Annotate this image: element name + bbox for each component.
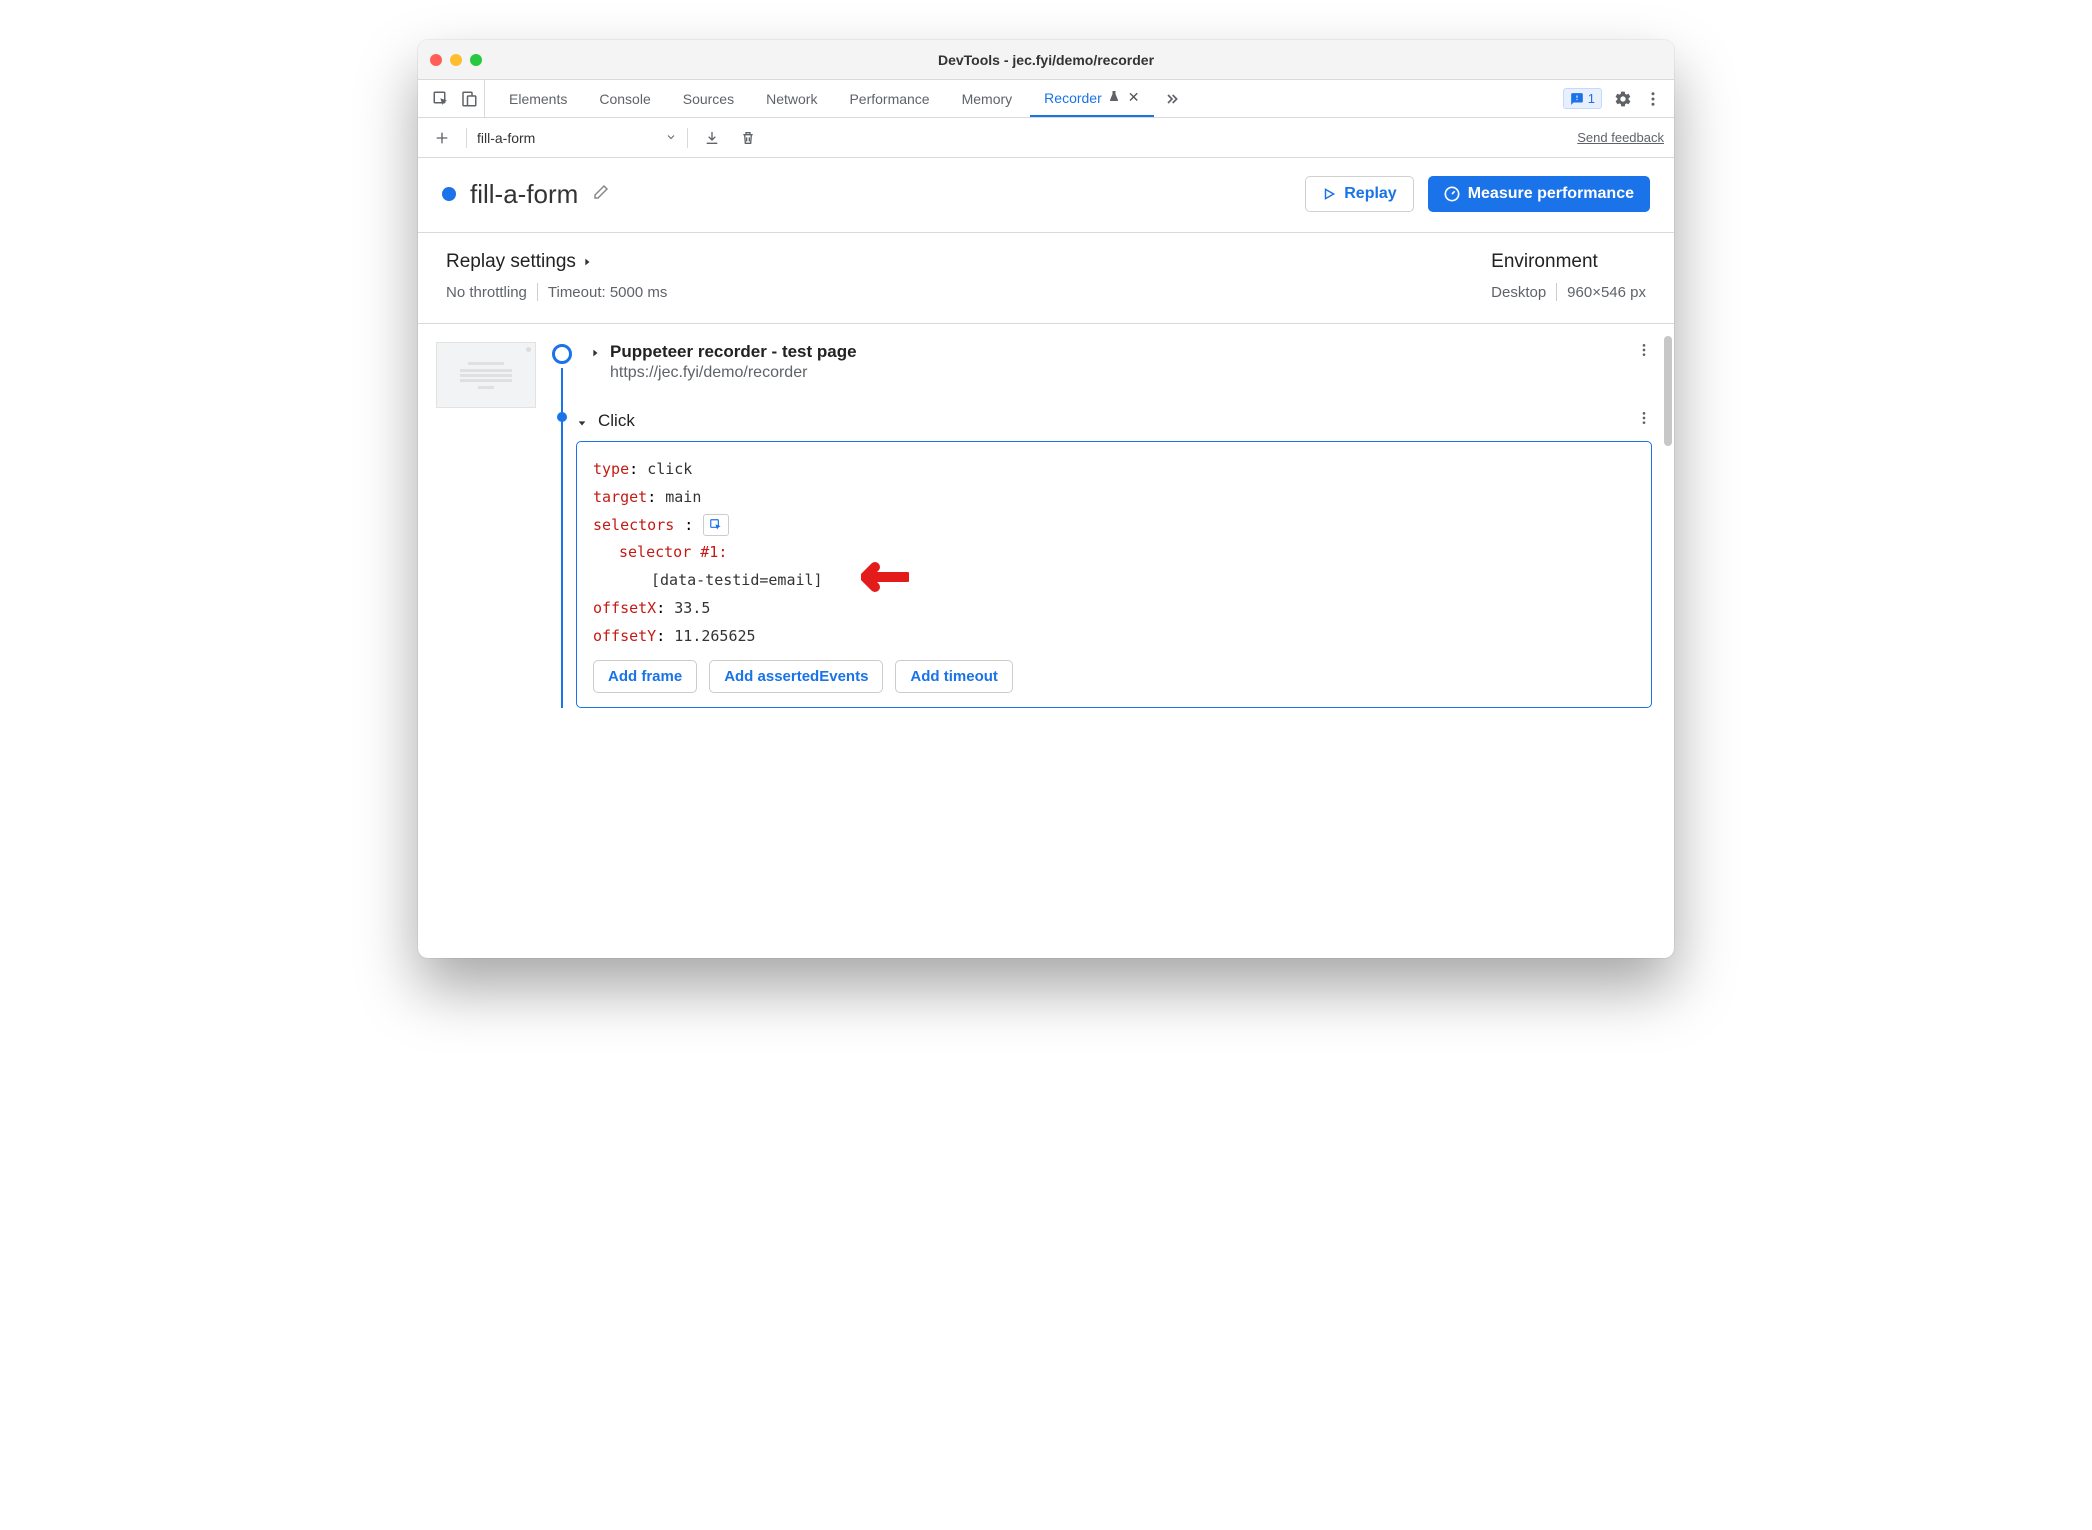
recording-title: fill-a-form [470, 179, 578, 210]
minimize-window-button[interactable] [450, 54, 462, 66]
step-start-marker [552, 344, 572, 364]
flask-icon [1108, 89, 1120, 106]
measure-performance-button[interactable]: Measure performance [1428, 176, 1650, 212]
edit-icon[interactable] [592, 183, 610, 206]
window-title: DevTools - jec.fyi/demo/recorder [418, 52, 1674, 68]
select-element-icon[interactable] [703, 514, 729, 536]
export-icon[interactable] [698, 124, 726, 152]
step-title: Puppeteer recorder - test page [610, 342, 857, 362]
chevron-down-icon [665, 130, 677, 146]
inspect-element-icon[interactable] [432, 90, 450, 108]
titlebar: DevTools - jec.fyi/demo/recorder [418, 40, 1674, 80]
replay-button[interactable]: Replay [1305, 176, 1413, 212]
kebab-menu-icon[interactable] [1644, 90, 1662, 108]
device-value: Desktop [1491, 284, 1546, 301]
tab-performance[interactable]: Performance [835, 80, 943, 117]
recording-status-dot [442, 187, 456, 201]
step-menu-icon[interactable] [1636, 342, 1652, 363]
collapse-step-icon[interactable] [576, 415, 588, 431]
delete-icon[interactable] [734, 124, 762, 152]
send-feedback-link[interactable]: Send feedback [1577, 130, 1664, 145]
devtools-tabstrip: Elements Console Sources Network Perform… [418, 80, 1674, 118]
throttling-value: No throttling [446, 284, 527, 301]
tab-memory[interactable]: Memory [948, 80, 1027, 117]
close-window-button[interactable] [430, 54, 442, 66]
chevron-right-icon [582, 251, 592, 273]
recording-header: fill-a-form Replay Measure performance [418, 158, 1674, 233]
more-tabs-icon[interactable] [1158, 80, 1186, 117]
device-toolbar-icon[interactable] [460, 90, 478, 108]
annotation-arrow-icon [861, 557, 909, 597]
add-asserted-events-button[interactable]: Add assertedEvents [709, 660, 883, 693]
add-timeout-button[interactable]: Add timeout [895, 660, 1013, 693]
tab-network[interactable]: Network [752, 80, 831, 117]
settings-section: Replay settings No throttling Timeout: 5… [418, 233, 1674, 324]
recorder-toolbar: fill-a-form Send feedback [418, 118, 1674, 158]
step-url: https://jec.fyi/demo/recorder [610, 364, 857, 382]
step-details-box[interactable]: type: click target: main selectors: [576, 441, 1652, 708]
recording-selector[interactable]: fill-a-form [477, 130, 677, 146]
tab-elements[interactable]: Elements [495, 80, 581, 117]
selector-value[interactable]: [data-testid=email] [651, 571, 823, 589]
page-thumbnail [436, 342, 536, 408]
scrollbar-thumb[interactable] [1664, 336, 1672, 446]
timeout-value: Timeout: 5000 ms [548, 284, 668, 301]
issues-badge[interactable]: 1 [1563, 88, 1602, 109]
add-recording-icon[interactable] [428, 124, 456, 152]
viewport-value: 960×546 px [1567, 284, 1646, 301]
traffic-lights [430, 54, 482, 66]
close-tab-icon[interactable]: ✕ [1128, 89, 1140, 106]
add-frame-button[interactable]: Add frame [593, 660, 697, 693]
step-marker [557, 412, 567, 422]
tab-recorder[interactable]: Recorder ✕ [1030, 80, 1153, 117]
environment-heading: Environment [1491, 251, 1646, 273]
devtools-window: DevTools - jec.fyi/demo/recorder Element… [418, 40, 1674, 958]
maximize-window-button[interactable] [470, 54, 482, 66]
replay-settings-heading[interactable]: Replay settings [446, 251, 667, 273]
step-label: Click [598, 411, 635, 431]
tab-console[interactable]: Console [585, 80, 664, 117]
step-menu-icon[interactable] [1636, 410, 1652, 431]
tab-sources[interactable]: Sources [669, 80, 748, 117]
gear-icon[interactable] [1614, 90, 1632, 108]
steps-content: Puppeteer recorder - test page https://j… [418, 324, 1674, 958]
expand-step-icon[interactable] [590, 346, 600, 362]
